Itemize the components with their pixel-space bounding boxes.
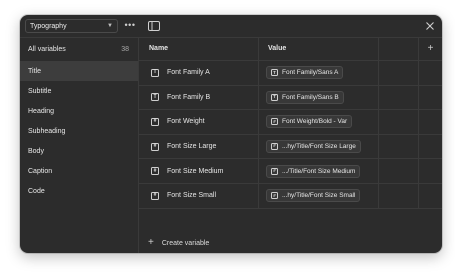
- sidebar-item-label: Heading: [28, 107, 55, 115]
- sidebar-item-label: Subheading: [28, 127, 66, 135]
- number-type-icon: #: [151, 167, 159, 176]
- number-type-icon: #: [271, 118, 278, 126]
- variable-name-cell[interactable]: # Font Size Medium: [139, 159, 259, 183]
- text-type-icon: T: [151, 93, 159, 102]
- number-type-icon: #: [151, 117, 159, 126]
- number-type-icon: #: [151, 142, 159, 151]
- alias-pill[interactable]: # .../Title/Font Size Medium: [266, 164, 361, 178]
- alias-value: ...hy/Title/Font Size Large: [282, 143, 356, 151]
- number-type-icon: #: [151, 191, 159, 200]
- plus-icon: +: [148, 237, 154, 248]
- alias-value: Font Weight/Bold - Var: [282, 118, 348, 126]
- variable-value-cell[interactable]: T Font Family/Sans A: [259, 61, 379, 85]
- sidebar-item-subtitle[interactable]: Subtitle: [20, 81, 138, 101]
- sidebar-item-label: Body: [28, 147, 44, 155]
- variable-name-cell[interactable]: # Font Size Small: [139, 183, 259, 208]
- sidebar-item-caption[interactable]: Caption: [20, 161, 138, 181]
- variable-value-cell[interactable]: # ...hy/Title/Font Size Large: [259, 134, 379, 159]
- table-row[interactable]: # Font Size Large # ...hy/Title/Font Siz…: [139, 134, 442, 160]
- alias-pill[interactable]: # ...hy/Title/Font Size Large: [266, 140, 361, 154]
- sidebar-item-label: Caption: [28, 167, 53, 175]
- name-column-header: Name: [139, 37, 259, 60]
- alias-pill[interactable]: # ...hy/Title/Font Size Small: [266, 189, 361, 203]
- empty-cell: [379, 183, 419, 208]
- variable-value-cell[interactable]: T Font Family/Sans B: [259, 85, 379, 110]
- variables-panel: Typography ▼ ••• All variables 38 Title …: [20, 15, 442, 253]
- variable-name: Font Size Large: [167, 143, 217, 151]
- all-variables-item[interactable]: All variables 38: [20, 37, 138, 61]
- sidebar-item-label: Code: [28, 187, 45, 195]
- number-type-icon: #: [271, 143, 278, 151]
- value-column-header: Value: [259, 37, 379, 60]
- collection-name: Typography: [30, 22, 67, 30]
- empty-column-header: [379, 37, 419, 60]
- text-type-icon: T: [151, 68, 159, 77]
- alias-pill[interactable]: T Font Family/Sans B: [266, 90, 344, 104]
- empty-cell: [379, 134, 419, 159]
- alias-value: Font Family/Sans B: [282, 93, 339, 101]
- groups-sidebar: All variables 38 Title Subtitle Heading …: [20, 37, 139, 253]
- text-type-icon: T: [271, 93, 278, 101]
- create-variable-label: Create variable: [161, 239, 210, 247]
- sidebar-item-label: Title: [28, 67, 41, 75]
- alias-value: ...hy/Title/Font Size Small: [282, 192, 356, 200]
- table-row[interactable]: # Font Weight # Font Weight/Bold - Var: [139, 110, 442, 135]
- variable-name-cell[interactable]: # Font Size Large: [139, 134, 259, 159]
- sidebar-item-body[interactable]: Body: [20, 141, 138, 161]
- sidebar-toggle-icon[interactable]: [148, 21, 160, 31]
- empty-cell: [379, 61, 419, 85]
- sidebar-item-heading[interactable]: Heading: [20, 101, 138, 121]
- table-header: Name Value +: [139, 37, 442, 61]
- variable-value-cell[interactable]: # Font Weight/Bold - Var: [259, 110, 379, 134]
- close-icon[interactable]: [424, 20, 436, 32]
- variable-name: Font Size Small: [167, 192, 217, 200]
- alias-pill[interactable]: # Font Weight/Bold - Var: [266, 115, 353, 129]
- panel-header: Typography ▼ •••: [20, 15, 442, 38]
- sidebar-item-title[interactable]: Title: [20, 61, 138, 81]
- variable-name-cell[interactable]: T Font Family B: [139, 85, 259, 110]
- all-variables-count: 38: [121, 45, 129, 53]
- variable-name: Font Family A: [167, 69, 210, 77]
- more-options-button[interactable]: •••: [123, 19, 137, 33]
- variable-value-cell[interactable]: # ...hy/Title/Font Size Small: [259, 183, 379, 208]
- number-type-icon: #: [271, 167, 278, 175]
- chevron-down-icon: ▼: [107, 23, 113, 29]
- variable-value-cell[interactable]: # .../Title/Font Size Medium: [259, 159, 379, 183]
- variable-name-cell[interactable]: T Font Family A: [139, 61, 259, 85]
- number-type-icon: #: [271, 192, 278, 200]
- sidebar-item-subheading[interactable]: Subheading: [20, 121, 138, 141]
- table-row[interactable]: T Font Family A T Font Family/Sans A: [139, 61, 442, 86]
- empty-cell: [379, 85, 419, 110]
- table-row[interactable]: # Font Size Medium # .../Title/Font Size…: [139, 159, 442, 184]
- alias-pill[interactable]: T Font Family/Sans A: [266, 66, 344, 80]
- table-row[interactable]: T Font Family B T Font Family/Sans B: [139, 85, 442, 111]
- variables-table: Name Value + T Font Family A T Font Fami…: [139, 37, 442, 253]
- variable-name-cell[interactable]: # Font Weight: [139, 110, 259, 134]
- collection-dropdown[interactable]: Typography ▼: [25, 19, 118, 33]
- variable-name: Font Family B: [167, 93, 211, 101]
- empty-cell: [379, 110, 419, 134]
- sidebar-item-code[interactable]: Code: [20, 181, 138, 201]
- sidebar-item-label: Subtitle: [28, 87, 52, 95]
- variable-name: Font Size Medium: [167, 167, 224, 175]
- all-variables-label: All variables: [28, 45, 66, 53]
- add-mode-button[interactable]: +: [419, 37, 442, 60]
- alias-value: Font Family/Sans A: [282, 69, 339, 77]
- empty-cell: [379, 159, 419, 183]
- text-type-icon: T: [271, 69, 278, 77]
- variable-name: Font Weight: [167, 118, 205, 126]
- alias-value: .../Title/Font Size Medium: [282, 167, 356, 175]
- table-row[interactable]: # Font Size Small # ...hy/Title/Font Siz…: [139, 183, 442, 209]
- create-variable-button[interactable]: + Create variable: [139, 233, 442, 253]
